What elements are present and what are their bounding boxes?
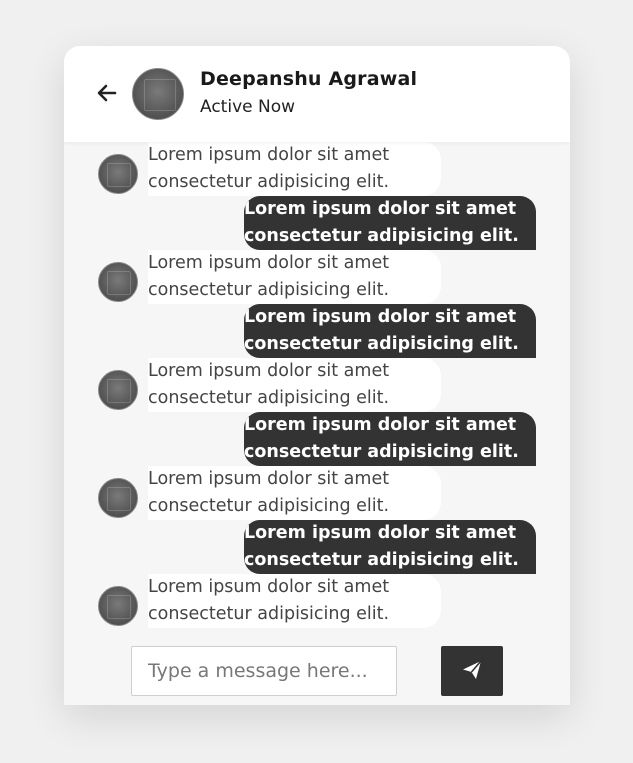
message-line: consectetur adipisicing elit.: [244, 550, 519, 570]
incoming-message: Lorem ipsum dolor sit amet consectetur a…: [148, 574, 441, 628]
message-line: consectetur adipisicing elit.: [244, 442, 519, 462]
incoming-message: Lorem ipsum dolor sit amet consectetur a…: [148, 142, 441, 196]
chat-box[interactable]: Lorem ipsum dolor sit amet consectetur a…: [64, 142, 570, 637]
message-line: Lorem ipsum dolor sit amet: [244, 307, 517, 327]
chat-header: Deepanshu Agrawal Active Now: [64, 46, 570, 142]
message-line: consectetur adipisicing elit.: [148, 388, 390, 408]
message-line: consectetur adipisicing elit.: [244, 226, 519, 246]
user-name: Deepanshu Agrawal: [200, 68, 418, 90]
outgoing-message: Lorem ipsum dolor sit amet consectetur a…: [244, 304, 536, 358]
avatar: [98, 262, 138, 302]
outgoing-message: Lorem ipsum dolor sit amet consectetur a…: [244, 196, 536, 250]
message-line: Lorem ipsum dolor sit amet: [148, 577, 390, 597]
message-line: consectetur adipisicing elit.: [148, 496, 390, 516]
outgoing-message: Lorem ipsum dolor sit amet consectetur a…: [244, 520, 536, 574]
incoming-message: Lorem ipsum dolor sit amet consectetur a…: [148, 466, 441, 520]
paper-plane-icon: [462, 659, 482, 683]
message-line: Lorem ipsum dolor sit amet: [148, 253, 390, 273]
message-line: Lorem ipsum dolor sit amet: [148, 361, 390, 381]
outgoing-message: Lorem ipsum dolor sit amet consectetur a…: [244, 412, 536, 466]
message-line: consectetur adipisicing elit.: [148, 172, 390, 192]
typing-area: [64, 637, 570, 705]
avatar: [98, 586, 138, 626]
incoming-message: Lorem ipsum dolor sit amet consectetur a…: [148, 250, 441, 304]
message-line: Lorem ipsum dolor sit amet: [148, 145, 390, 165]
message-line: Lorem ipsum dolor sit amet: [244, 523, 517, 543]
avatar: [98, 370, 138, 410]
avatar: [98, 478, 138, 518]
message-line: Lorem ipsum dolor sit amet: [244, 415, 517, 435]
user-status: Active Now: [200, 97, 296, 117]
message-line: consectetur adipisicing elit.: [148, 280, 390, 300]
chat-window: Deepanshu Agrawal Active Now Lorem ipsum…: [64, 46, 570, 705]
avatar: [98, 154, 138, 194]
message-line: Lorem ipsum dolor sit amet: [244, 199, 517, 219]
message-line: consectetur adipisicing elit.: [148, 604, 390, 624]
incoming-message: Lorem ipsum dolor sit amet consectetur a…: [148, 358, 441, 412]
arrow-left-icon[interactable]: [96, 82, 118, 104]
send-button[interactable]: [441, 646, 503, 696]
message-line: consectetur adipisicing elit.: [244, 334, 519, 354]
avatar[interactable]: [132, 68, 184, 120]
message-line: Lorem ipsum dolor sit amet: [148, 469, 390, 489]
message-input[interactable]: [131, 646, 397, 696]
